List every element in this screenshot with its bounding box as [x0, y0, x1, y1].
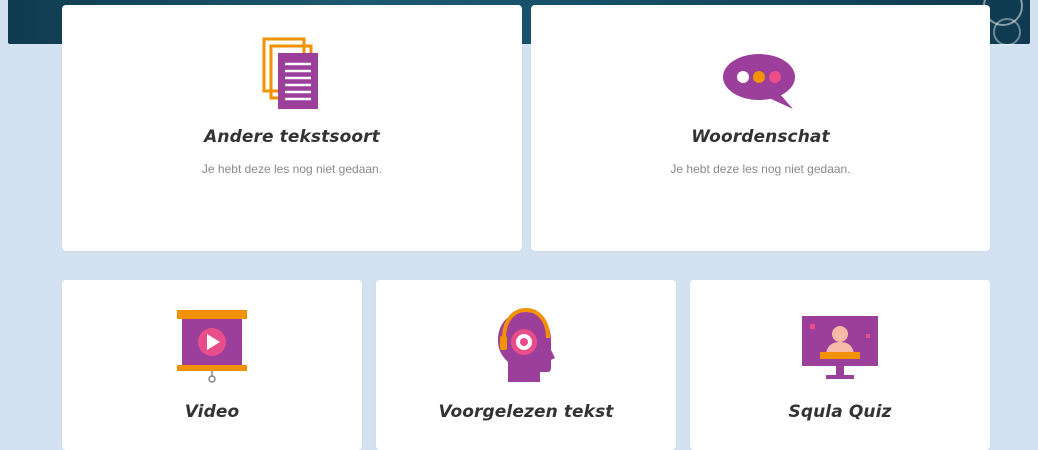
lesson-title: Video — [184, 402, 240, 422]
quiz-monitor-icon — [802, 316, 878, 379]
headphones-head-icon — [498, 307, 555, 382]
lesson-status: Je hebt deze les nog niet gedaan. — [201, 162, 383, 176]
speech-bubble-icon — [722, 54, 795, 109]
lesson-title: Squla Quiz — [788, 402, 892, 422]
lesson-card-andere-tekstsoort[interactable]: Andere tekstsoort Je hebt deze les nog n… — [62, 5, 522, 251]
lesson-title: Andere tekstsoort — [204, 127, 380, 147]
lesson-title: Voorgelezen tekst — [438, 402, 614, 422]
documents-icon — [262, 37, 318, 109]
lesson-card-squla-quiz[interactable]: Squla Quiz — [690, 280, 990, 450]
video-screen-icon — [177, 310, 247, 383]
lesson-status: Je hebt deze les nog niet gedaan. — [670, 162, 851, 176]
lesson-card-woordenschat[interactable]: Woordenschat Je hebt deze les nog niet g… — [531, 5, 990, 251]
header-swirl-decoration — [993, 18, 1021, 46]
lesson-card-voorgelezen-tekst[interactable]: Voorgelezen tekst — [376, 280, 676, 450]
lesson-card-video[interactable]: Video — [62, 280, 362, 450]
lesson-title: Woordenschat — [691, 127, 830, 147]
